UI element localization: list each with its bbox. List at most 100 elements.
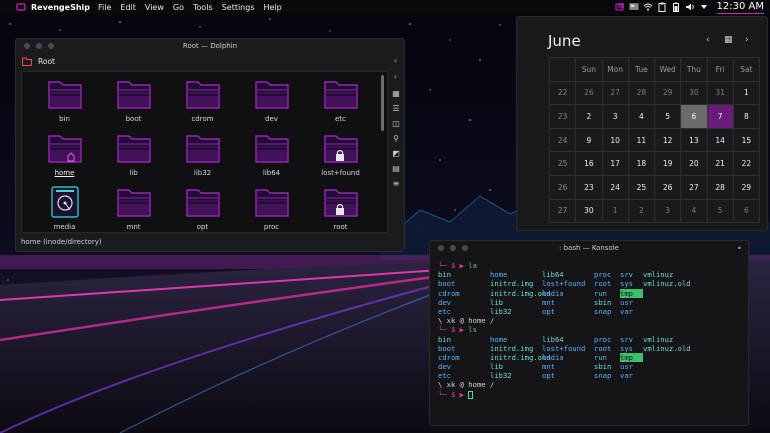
- calendar-day[interactable]: 26: [655, 175, 682, 200]
- scrollbar[interactable]: [381, 75, 384, 131]
- calendar-day[interactable]: 18: [628, 152, 655, 176]
- calendar-day[interactable]: 4: [628, 105, 655, 129]
- file-item-opt[interactable]: opt: [168, 186, 237, 232]
- month-label[interactable]: June: [548, 32, 581, 50]
- panel-icon[interactable]: ▤: [391, 164, 401, 174]
- file-item-boot[interactable]: boot: [99, 78, 168, 132]
- ls-entry: usr: [620, 362, 633, 372]
- calendar-day[interactable]: 11: [628, 128, 655, 153]
- details-view-icon[interactable]: ☰: [391, 104, 401, 114]
- back-arrow-icon[interactable]: ‹: [391, 56, 400, 65]
- calendar-today-icon[interactable]: ▦: [724, 35, 733, 45]
- calendar-day[interactable]: 29: [733, 175, 760, 200]
- calendar-day[interactable]: 28: [707, 175, 734, 200]
- calendar-day[interactable]: 24: [602, 175, 629, 200]
- calendar-day[interactable]: 21: [707, 152, 734, 176]
- wifi-icon[interactable]: [643, 2, 653, 12]
- ls-entry: tmp: [620, 352, 643, 363]
- calendar-day[interactable]: 2: [576, 105, 603, 129]
- calendar-day[interactable]: 9: [576, 128, 603, 153]
- file-item-mnt[interactable]: mnt: [99, 186, 168, 232]
- calendar-day[interactable]: 27: [602, 81, 629, 106]
- menu-view[interactable]: View: [145, 3, 164, 12]
- calendar-day[interactable]: 30: [576, 199, 603, 224]
- calendar-day[interactable]: 3: [602, 105, 629, 129]
- file-item-lib32[interactable]: lib32: [168, 132, 237, 186]
- calendar-day[interactable]: 28: [628, 81, 655, 106]
- arrow-down-icon[interactable]: [699, 2, 709, 12]
- calendar-day[interactable]: 4: [681, 199, 708, 224]
- calendar-day[interactable]: 16: [576, 152, 603, 176]
- menu-file[interactable]: File: [98, 3, 111, 12]
- next-month-icon[interactable]: ›: [745, 35, 749, 45]
- konsole-menu-icon[interactable]: •: [735, 244, 744, 253]
- file-item-home[interactable]: home: [30, 132, 99, 186]
- app-logo-icon[interactable]: [16, 2, 26, 12]
- menu-edit[interactable]: Edit: [120, 3, 136, 12]
- calendar-day[interactable]: 7: [707, 105, 734, 129]
- calendar-day[interactable]: 23: [576, 175, 603, 200]
- forward-arrow-icon[interactable]: ›: [391, 72, 400, 81]
- calendar-day[interactable]: 31: [707, 81, 734, 106]
- calendar-day[interactable]: 12: [655, 128, 682, 153]
- folder-icon: [47, 78, 83, 112]
- calendar-day[interactable]: 27: [681, 175, 708, 200]
- file-item-etc[interactable]: etc: [306, 78, 375, 132]
- hamburger-menu-icon[interactable]: ≡: [391, 179, 401, 189]
- menu-tools[interactable]: Tools: [193, 3, 213, 12]
- prompt-path: \ xk @ home /: [438, 316, 495, 326]
- file-item-lib64[interactable]: lib64: [237, 132, 306, 186]
- calendar-day[interactable]: 8: [733, 105, 760, 129]
- prev-month-icon[interactable]: ‹: [706, 35, 710, 45]
- menu-settings[interactable]: Settings: [222, 3, 255, 12]
- file-item-proc[interactable]: proc: [237, 186, 306, 232]
- calendar-day[interactable]: 6: [733, 199, 760, 224]
- calendar-day[interactable]: 19: [655, 152, 682, 176]
- calendar-day[interactable]: 1: [733, 81, 760, 106]
- volume-icon[interactable]: [685, 2, 695, 12]
- calendar-day[interactable]: 29: [655, 81, 682, 106]
- calendar-day[interactable]: 10: [602, 128, 629, 153]
- preview-icon[interactable]: ◩: [391, 149, 401, 159]
- terminal-output[interactable]: └─ $ ▶ la bin home lib64 proc srv vmlinuz boot…: [438, 261, 691, 399]
- calendar-day[interactable]: 20: [681, 152, 708, 176]
- calendar-day[interactable]: 2: [628, 199, 655, 224]
- calendar-day[interactable]: 25: [628, 175, 655, 200]
- calendar-day[interactable]: 1: [602, 199, 629, 224]
- file-item-lib[interactable]: lib: [99, 132, 168, 186]
- ls-row: etc lib32 opt snap var: [438, 307, 691, 316]
- file-view[interactable]: bin boot cdrom dev etc home lib lib32 lib64 lost+…: [21, 71, 388, 233]
- file-item-dev[interactable]: dev: [237, 78, 306, 132]
- file-item-lost-found[interactable]: lost+found: [306, 132, 375, 186]
- ls-entry: sbin: [594, 297, 612, 307]
- search-icon[interactable]: ⚲: [391, 134, 401, 144]
- split-view-icon[interactable]: ◫: [391, 119, 401, 129]
- file-item-cdrom[interactable]: cdrom: [168, 78, 237, 132]
- menu-help[interactable]: Help: [264, 3, 282, 12]
- file-item-root[interactable]: root: [306, 186, 375, 232]
- folder-icon: [254, 186, 290, 220]
- file-item-media[interactable]: media: [30, 186, 99, 232]
- clock[interactable]: 12:30 AM: [716, 1, 764, 14]
- ls-output-2: bin home lib64 proc srv vmlinuz boot initrd.img…: [438, 335, 691, 381]
- battery-icon[interactable]: [671, 2, 681, 12]
- monitor-icon[interactable]: [628, 2, 639, 12]
- calendar-day[interactable]: 30: [681, 81, 708, 106]
- calendar-day[interactable]: 26: [576, 81, 603, 106]
- active-app-name[interactable]: RevengeShip: [31, 3, 90, 12]
- calendar-day[interactable]: 13: [681, 128, 708, 153]
- grid-view-icon[interactable]: ▦: [391, 89, 401, 99]
- calendar-day[interactable]: 17: [602, 152, 629, 176]
- calendar-day[interactable]: 15: [733, 128, 760, 153]
- menu-go[interactable]: Go: [173, 3, 184, 12]
- clipboard-icon[interactable]: [657, 2, 667, 12]
- calendar-day[interactable]: 3: [655, 199, 682, 224]
- location-bar[interactable]: Root: [22, 54, 55, 68]
- calendar-day[interactable]: 6: [681, 105, 708, 129]
- calendar-day[interactable]: 22: [733, 152, 760, 176]
- calendar-day[interactable]: 5: [707, 199, 734, 224]
- window-switcher-icon[interactable]: [615, 2, 625, 12]
- calendar-day[interactable]: 14: [707, 128, 734, 153]
- file-item-bin[interactable]: bin: [30, 78, 99, 132]
- calendar-day[interactable]: 5: [655, 105, 682, 129]
